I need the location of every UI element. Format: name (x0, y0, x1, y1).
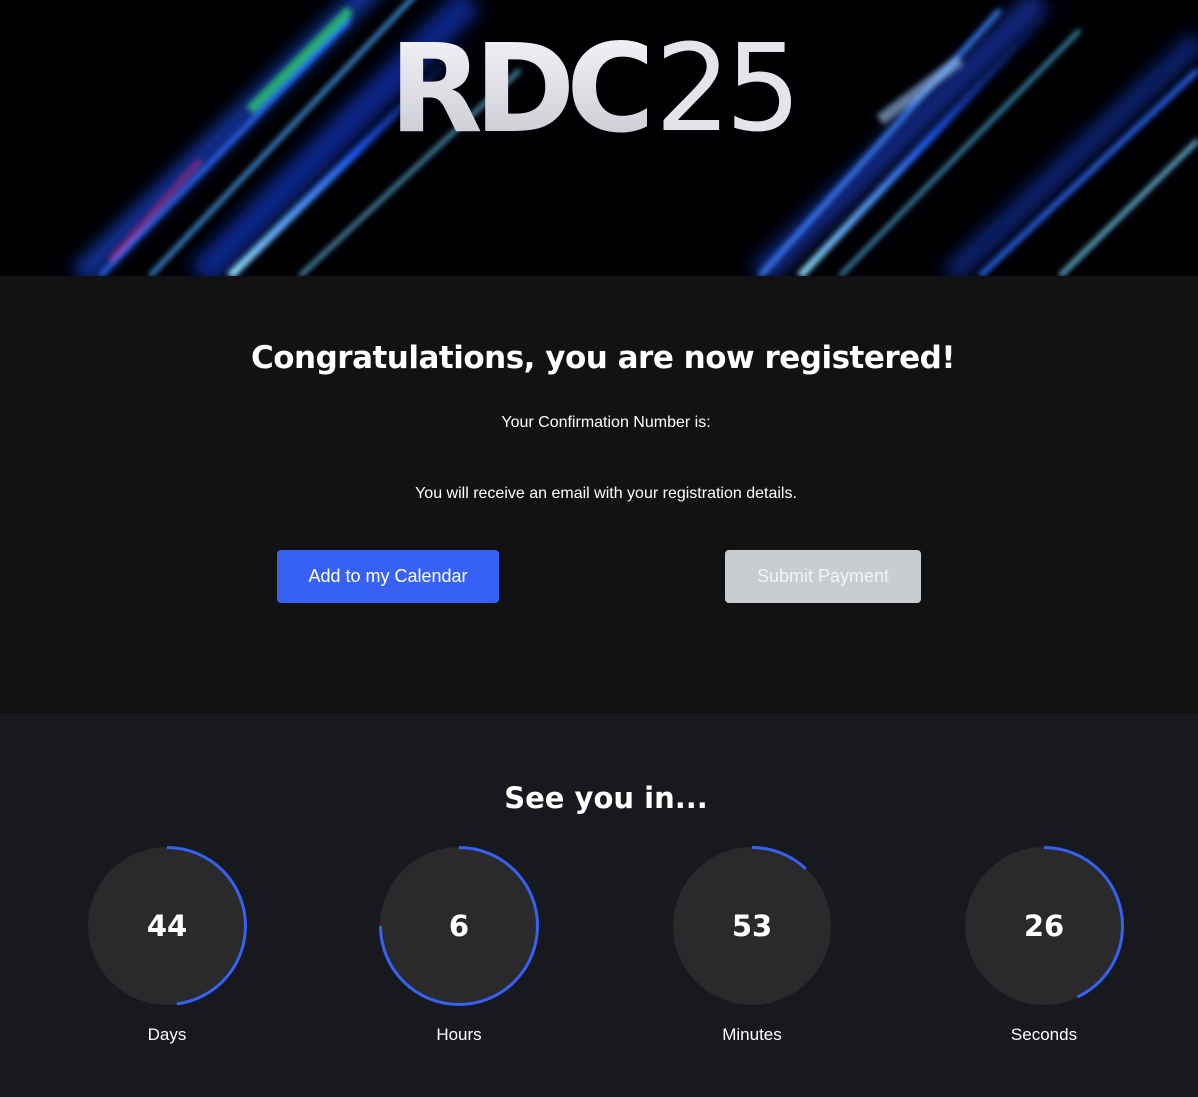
email-notice: You will receive an email with your regi… (415, 485, 797, 502)
seconds-value: 26 (1023, 909, 1065, 943)
countdown-days: 44 Days (86, 845, 248, 1044)
countdown-seconds: 26 Seconds (963, 845, 1125, 1044)
countdown-hours: 6 Hours (378, 845, 540, 1044)
confirmation-number-label: Your Confirmation Number is: (501, 414, 711, 431)
countdown-section: See you in... 44 Days 6 Hours 53 Minutes… (0, 713, 1198, 1097)
add-to-calendar-button[interactable]: Add to my Calendar (277, 550, 499, 603)
hours-value: 6 (448, 909, 470, 943)
hero-banner: RDC 25 (0, 0, 1198, 276)
days-label: Days (147, 1025, 187, 1044)
minutes-label: Minutes (722, 1025, 782, 1044)
days-value: 44 (146, 909, 188, 943)
countdown-minutes: 53 Minutes (671, 845, 833, 1044)
confirmation-title: Congratulations, you are now registered! (250, 340, 956, 376)
rdc25-logo: RDC 25 (389, 28, 801, 150)
logo-wordmark: RDC (389, 18, 656, 160)
countdown-title: See you in... (504, 781, 708, 815)
logo-year: 25 (654, 20, 802, 159)
hours-label: Hours (436, 1025, 482, 1044)
seconds-label: Seconds (1010, 1025, 1078, 1044)
submit-payment-button[interactable]: Submit Payment (725, 550, 921, 603)
confirmation-section: Congratulations, you are now registered!… (0, 276, 1198, 713)
minutes-value: 53 (731, 909, 773, 943)
